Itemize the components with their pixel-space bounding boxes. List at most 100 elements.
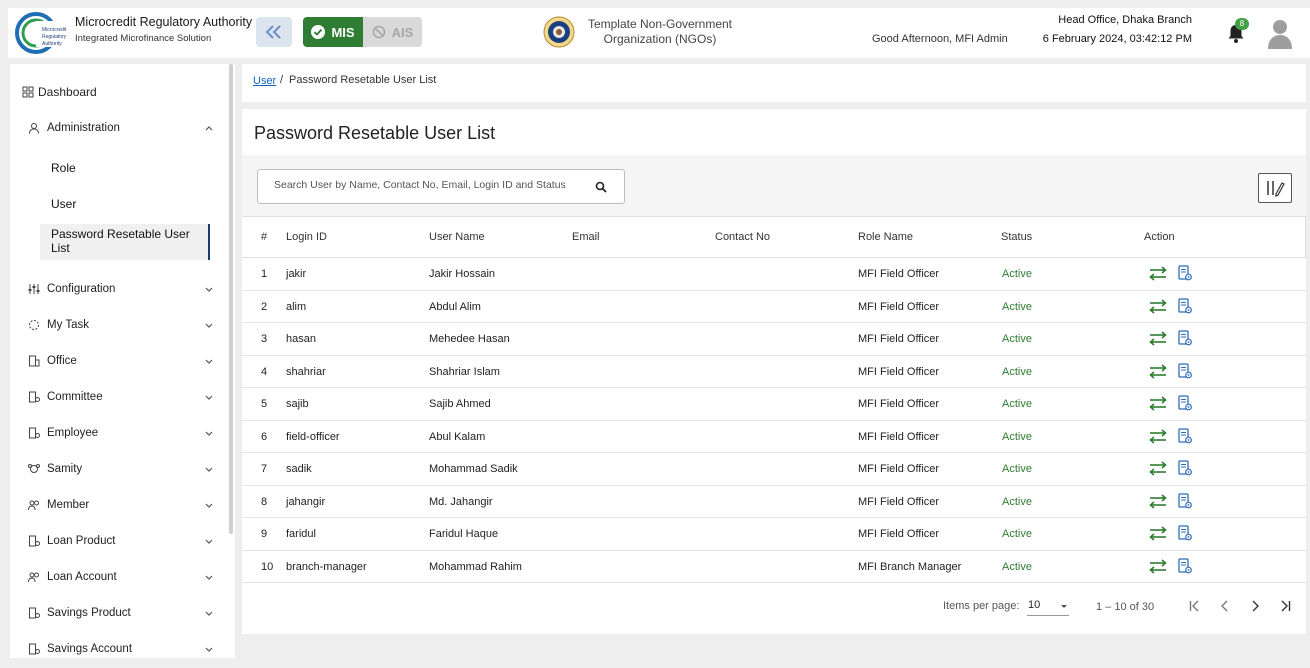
reset-password-icon[interactable]	[1148, 558, 1168, 575]
cell-login-id: field-officer	[286, 430, 340, 443]
sidebar-item-savings-product[interactable]: Savings Product	[10, 601, 220, 625]
sidebar-item-label: Password Resetable User List	[51, 227, 190, 255]
table-row: 6 field-officer Abul Kalam MFI Field Office…	[242, 420, 1306, 453]
breadcrumb: User / Password Resetable User List	[242, 64, 1306, 102]
sidebar: Dashboard Administration Role User Passw…	[10, 64, 235, 658]
user-details-icon[interactable]	[1178, 330, 1192, 346]
reset-password-icon[interactable]	[1148, 265, 1168, 282]
user-details-icon[interactable]	[1178, 395, 1192, 411]
search-box[interactable]	[257, 169, 625, 204]
sidebar-collapse-button[interactable]	[256, 17, 292, 47]
reset-password-icon[interactable]	[1148, 298, 1168, 315]
chevron-down-icon	[205, 611, 213, 616]
col-header-status[interactable]: Status	[1001, 231, 1032, 243]
search-icon[interactable]	[595, 181, 607, 193]
breadcrumb-link-user[interactable]: User	[253, 75, 276, 87]
sidebar-item-label: Loan Product	[47, 535, 116, 547]
prev-page-icon[interactable]	[1218, 599, 1232, 613]
page-range-label: 1 – 10 of 30	[1096, 601, 1155, 613]
mis-mode-button[interactable]: MIS	[303, 17, 363, 47]
ais-mode-button[interactable]: AIS	[363, 17, 422, 47]
sidebar-scrollbar[interactable]	[229, 64, 233, 534]
user-details-icon[interactable]	[1178, 460, 1192, 476]
cell-role-name: MFI Field Officer	[858, 365, 940, 378]
loan-product-icon	[29, 535, 40, 547]
table-row: 3 hasan Mehedee Hasan MFI Field Officer Acti…	[242, 323, 1306, 356]
cell-status: Active	[1002, 463, 1032, 475]
column-toggle-button[interactable]	[1258, 173, 1292, 203]
main-content-card: Password Resetable User List # Login ID …	[242, 109, 1306, 634]
sidebar-item-label: Office	[47, 355, 77, 367]
sidebar-item-my-task[interactable]: My Task	[10, 313, 220, 337]
reset-password-icon[interactable]	[1148, 395, 1168, 412]
sidebar-item-role[interactable]: Role	[51, 161, 76, 175]
user-avatar-icon[interactable]	[1266, 17, 1294, 49]
office-icon	[29, 355, 40, 367]
col-header-login-id[interactable]: Login ID	[286, 231, 327, 243]
cell-status: Active	[1002, 495, 1032, 508]
user-details-icon[interactable]	[1178, 362, 1192, 379]
reset-password-icon[interactable]	[1148, 493, 1168, 510]
reset-password-icon[interactable]	[1148, 330, 1168, 347]
paginator: Items per page: 10 1 – 10 of 30	[242, 592, 1306, 628]
user-details-icon[interactable]	[1178, 427, 1192, 444]
sidebar-item-samity[interactable]: Samity	[10, 457, 220, 481]
cell-status: Active	[1002, 430, 1032, 443]
cell-role-name: MFI Field Officer	[858, 300, 940, 313]
sidebar-item-password-resetable-user-list[interactable]: Password Resetable User List	[40, 224, 210, 260]
items-per-page-label: Items per page:	[943, 600, 1020, 612]
next-page-icon[interactable]	[1248, 599, 1262, 613]
sidebar-item-label: Administration	[47, 122, 120, 134]
first-page-icon[interactable]	[1188, 599, 1202, 613]
sidebar-item-loan-product[interactable]: Loan Product	[10, 529, 220, 553]
reset-password-icon[interactable]	[1148, 460, 1168, 477]
sidebar-item-loan-account[interactable]: Loan Account	[10, 565, 220, 589]
ais-label: AIS	[391, 24, 414, 40]
chevron-down-icon	[205, 359, 213, 364]
cell-index: 10	[261, 560, 274, 573]
loan-account-icon	[28, 572, 39, 583]
col-header-role-name[interactable]: Role Name	[858, 231, 913, 243]
sidebar-item-configuration[interactable]: Configuration	[10, 277, 220, 301]
col-header-email[interactable]: Email	[572, 231, 600, 243]
col-header-contact-no[interactable]: Contact No	[715, 231, 770, 243]
sidebar-item-member[interactable]: Member	[10, 493, 220, 517]
cell-index: 3	[261, 333, 268, 345]
chevron-down-icon	[205, 431, 213, 436]
sidebar-item-label: Configuration	[47, 283, 116, 295]
sidebar-item-committee[interactable]: Committee	[10, 385, 220, 409]
cell-role-name: MFI Field Officer	[858, 333, 940, 345]
col-header-user-name[interactable]: User Name	[429, 231, 485, 243]
cell-status: Active	[1002, 560, 1032, 573]
reset-password-icon[interactable]	[1148, 525, 1168, 542]
sidebar-item-office[interactable]: Office	[10, 349, 220, 373]
sidebar-item-user[interactable]: User	[51, 197, 76, 211]
reset-password-icon[interactable]	[1148, 428, 1168, 445]
sidebar-item-dashboard[interactable]: Dashboard	[10, 80, 220, 104]
reset-password-icon[interactable]	[1148, 363, 1168, 380]
sidebar-item-savings-account[interactable]: Savings Account	[10, 637, 220, 658]
search-input[interactable]	[274, 179, 594, 191]
last-page-icon[interactable]	[1278, 599, 1292, 613]
chevron-up-icon	[205, 126, 213, 131]
chevron-down-icon	[205, 467, 213, 472]
user-details-icon[interactable]	[1178, 525, 1192, 541]
user-details-icon[interactable]	[1178, 557, 1192, 574]
page-size-select[interactable]: 10	[1027, 598, 1069, 616]
dashboard-icon	[22, 86, 34, 98]
cell-login-id: branch-manager	[286, 560, 367, 573]
chevron-down-icon	[205, 323, 213, 328]
table-row: 7 sadik Mohammad Sadik MFI Field Officer Act…	[242, 453, 1306, 486]
cell-user-name: Md. Jahangir	[429, 495, 493, 508]
user-details-icon[interactable]	[1178, 265, 1192, 281]
user-details-icon[interactable]	[1178, 492, 1192, 509]
cell-role-name: MFI Field Officer	[858, 463, 940, 475]
table-toolbar	[242, 155, 1306, 223]
sidebar-item-employee[interactable]: Employee	[10, 421, 220, 445]
committee-icon	[29, 391, 40, 403]
sidebar-item-administration[interactable]: Administration	[10, 116, 220, 140]
user-details-icon[interactable]	[1178, 297, 1192, 314]
sidebar-item-label: Savings Account	[47, 643, 133, 655]
cell-user-name: Jakir Hossain	[429, 268, 496, 280]
sidebar-item-label: Committee	[47, 391, 103, 403]
